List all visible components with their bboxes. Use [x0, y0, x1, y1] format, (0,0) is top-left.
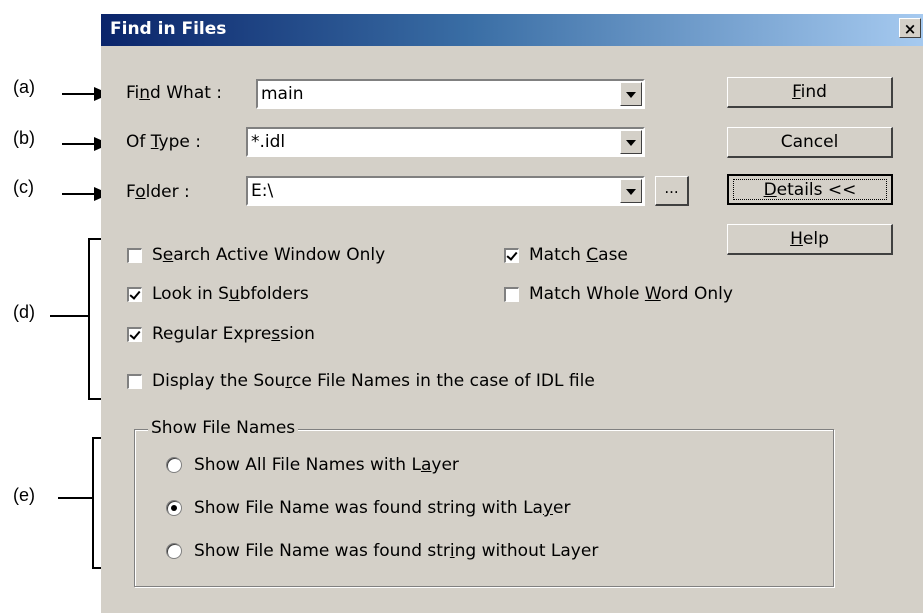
radio-show-all-label: Show All File Names with Layer: [194, 455, 459, 475]
details-button[interactable]: Details <<: [727, 174, 893, 205]
look-in-subfolders-checkbox[interactable]: Look in Subfolders: [127, 284, 309, 304]
display-source-file-names-label: Display the Source File Names in the cas…: [152, 371, 595, 391]
find-what-combo[interactable]: main: [256, 79, 645, 109]
match-whole-word-box[interactable]: [504, 286, 519, 302]
find-what-value: main: [261, 84, 304, 104]
radio-show-all-dot[interactable]: [166, 457, 182, 473]
search-active-window-checkbox[interactable]: Search Active Window Only: [127, 245, 385, 265]
focus-rect: Details <<: [733, 179, 887, 200]
folder-combo[interactable]: E:\: [246, 176, 645, 206]
folder-dropdown-icon[interactable]: [620, 179, 642, 203]
of-type-label: Of Type :: [126, 132, 201, 152]
bracket-e-stem: [58, 497, 92, 499]
search-active-window-label: Search Active Window Only: [152, 245, 386, 265]
match-whole-word-label: Match Whole Word Only: [529, 284, 733, 304]
show-file-names-group-label: Show File Names: [148, 418, 299, 438]
arrow-c-line: [62, 193, 96, 195]
look-in-subfolders-label: Look in Subfolders: [152, 284, 309, 304]
radio-show-found-with-layer-dot[interactable]: [166, 500, 182, 516]
annotation-a: (a): [13, 77, 35, 97]
annotation-b: (b): [13, 128, 35, 148]
close-button[interactable]: ×: [899, 18, 921, 38]
cancel-button[interactable]: Cancel: [727, 127, 893, 158]
of-type-dropdown-icon[interactable]: [620, 130, 642, 154]
look-in-subfolders-box[interactable]: [127, 286, 142, 302]
regular-expression-label: Regular Expression: [152, 324, 315, 344]
match-whole-word-checkbox[interactable]: Match Whole Word Only: [504, 284, 733, 304]
annotation-e: (e): [13, 485, 35, 505]
annotation-c: (c): [13, 177, 34, 197]
arrow-a-line: [62, 93, 96, 95]
close-icon: ×: [903, 20, 917, 38]
regular-expression-box[interactable]: [127, 326, 142, 342]
folder-value: E:\: [251, 181, 274, 201]
folder-label: Folder :: [126, 182, 190, 202]
regular-expression-checkbox[interactable]: Regular Expression: [127, 324, 315, 344]
match-case-box[interactable]: [504, 247, 519, 263]
radio-show-all-file-names[interactable]: Show All File Names with Layer: [166, 455, 459, 475]
radio-show-found-with-layer-label: Show File Name was found string with Lay…: [194, 498, 571, 518]
browse-button[interactable]: ...: [655, 176, 689, 206]
dialog-title: Find in Files: [110, 19, 227, 39]
title-bar: Find in Files ×: [101, 14, 923, 46]
match-case-label: Match Case: [529, 245, 628, 265]
find-button[interactable]: Find: [727, 77, 893, 108]
radio-show-found-without-layer-dot[interactable]: [166, 543, 182, 559]
bracket-d-stem: [50, 315, 88, 317]
display-source-file-names-checkbox[interactable]: Display the Source File Names in the cas…: [127, 371, 595, 391]
radio-show-found-without-layer[interactable]: Show File Name was found string without …: [166, 541, 598, 561]
help-button[interactable]: Help: [727, 224, 893, 255]
radio-show-found-with-layer[interactable]: Show File Name was found string with Lay…: [166, 498, 570, 518]
arrow-b-line: [62, 143, 96, 145]
find-what-label: Find What :: [126, 83, 223, 103]
annotation-d: (d): [13, 302, 35, 322]
of-type-combo[interactable]: *.idl: [246, 127, 645, 157]
of-type-value: *.idl: [251, 132, 286, 152]
search-active-window-box[interactable]: [127, 247, 142, 263]
radio-show-found-without-layer-label: Show File Name was found string without …: [194, 541, 599, 561]
match-case-checkbox[interactable]: Match Case: [504, 245, 628, 265]
display-source-file-names-box[interactable]: [127, 373, 142, 389]
find-what-dropdown-icon[interactable]: [620, 82, 642, 106]
